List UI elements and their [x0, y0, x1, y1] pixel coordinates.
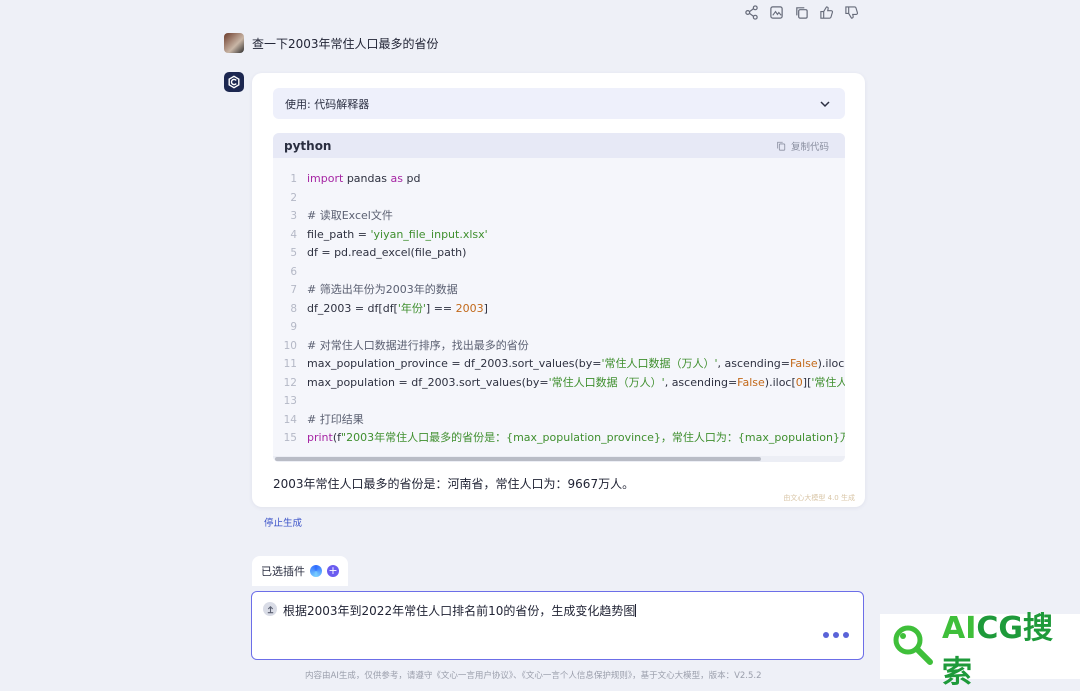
code-line: 9	[290, 321, 297, 333]
generated-by-label: 由文心大模型 4.0 生成	[783, 494, 855, 502]
watermark-logo: AICG搜索	[880, 611, 1080, 690]
code-line: 13	[283, 395, 297, 407]
thumbs-up-icon[interactable]	[819, 5, 834, 20]
code-line: 5 df = pd.read_excel(file_path)	[290, 246, 467, 259]
code-line: 2	[290, 191, 297, 204]
copy-icon[interactable]	[794, 5, 809, 20]
upload-icon[interactable]	[263, 602, 277, 616]
ernie-logo-icon	[228, 75, 240, 89]
chat-input-box[interactable]: 根据2003年到2022年常住人口排名前10的省份，生成变化趋势图	[251, 591, 864, 660]
code-line: 8 df_2003 = df[df['年份'] == 2003]	[290, 301, 488, 315]
user-message: 查一下2003年常住人口最多的省份	[224, 33, 439, 53]
code-line: 1 import pandas as pd	[290, 172, 421, 185]
code-block-header: python 复制代码	[273, 133, 845, 158]
code-horizontal-scrollbar[interactable]	[273, 456, 845, 462]
code-line: 14 # 打印结果	[283, 412, 364, 426]
code-line: 3 # 读取Excel文件	[290, 209, 393, 222]
copy-code-label: 复制代码	[790, 141, 829, 153]
thumbs-down-icon[interactable]	[844, 5, 859, 20]
chat-input-value: 根据2003年到2022年常住人口排名前10的省份，生成变化趋势图	[283, 604, 636, 618]
user-avatar	[224, 33, 244, 53]
code-content: 1 import pandas as pd 2 3 # 读取Excel文件 4 …	[273, 170, 845, 450]
image-icon[interactable]	[769, 5, 784, 20]
copy-code-button[interactable]: 复制代码	[776, 139, 829, 153]
code-line: 11 max_population_province = df_2003.sor…	[283, 357, 845, 370]
plugin-usage-header[interactable]: 使用: 代码解释器	[273, 88, 845, 119]
selected-plugins-label: 已选插件	[261, 565, 305, 578]
footer-disclaimer: 内容由AI生成，仅供参考，请遵守《文心一言用户协议》、《文心一言个人信息保护规则…	[305, 671, 762, 681]
code-line: 4 file_path = 'yiyan_file_input.xlsx'	[290, 227, 488, 241]
answer-text: 2003年常住人口最多的省份是：河南省，常住人口为：9667万人。	[273, 477, 635, 491]
response-card: 使用: 代码解释器 python 复制代码 1 import pandas as…	[252, 73, 865, 507]
selected-plugins-tab[interactable]: 已选插件 +	[252, 556, 348, 586]
message-actions	[744, 5, 859, 20]
more-options-icon[interactable]	[823, 632, 849, 638]
stop-generating-button[interactable]: 停止生成	[264, 515, 302, 529]
chat-input-field[interactable]: 根据2003年到2022年常住人口排名前10的省份，生成变化趋势图	[283, 602, 637, 619]
code-block: python 复制代码 1 import pandas as pd 2 3 # …	[273, 133, 845, 462]
code-line: 12 max_population = df_2003.sort_values(…	[283, 375, 845, 389]
scrollbar-thumb[interactable]	[275, 457, 761, 461]
code-line: 6	[290, 265, 297, 278]
copy-icon	[777, 141, 786, 151]
code-line: 7 # 筛选出年份为2003年的数据	[290, 283, 458, 296]
code-interpreter-plugin-icon[interactable]	[310, 565, 322, 577]
user-message-text: 查一下2003年常住人口最多的省份	[252, 36, 439, 51]
bot-avatar	[224, 72, 244, 92]
code-line: 15 print(f"2003年常住人口最多的省份是：{max_populati…	[283, 431, 845, 444]
code-line: 10 # 对常住人口数据进行排序，找出最多的省份	[283, 338, 529, 352]
share-icon[interactable]	[744, 5, 759, 20]
watermark-text: AICG搜索	[942, 610, 1054, 690]
chevron-down-icon[interactable]	[819, 98, 831, 110]
code-language: python	[284, 138, 332, 153]
add-plugin-icon[interactable]: +	[327, 565, 339, 577]
plugin-usage-label: 使用: 代码解释器	[285, 97, 370, 111]
magnifier-logo-icon	[890, 622, 936, 672]
